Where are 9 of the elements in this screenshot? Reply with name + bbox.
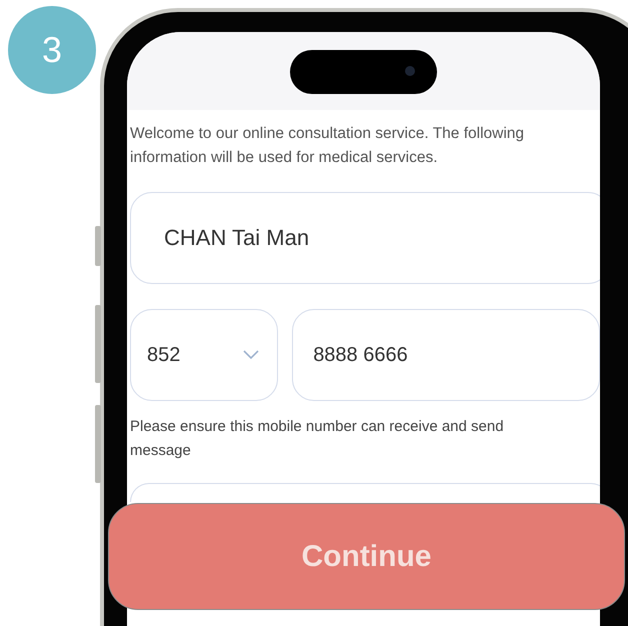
hint-text: Please ensure this mobile number can receive and send message [130,417,505,461]
input-field[interactable] [130,483,600,502]
name-field[interactable]: CHAN Tai Man [130,192,600,284]
step-badge: 3 [8,6,96,94]
camera-icon [405,66,415,76]
country-code-dropdown[interactable]: 852 [130,309,278,401]
phone-number-field[interactable]: 8888 6666 [292,309,600,401]
chevron-down-icon [243,350,260,360]
intro-text: Welcome to our online consultation service. The following information will be used for medical services. [130,124,526,168]
